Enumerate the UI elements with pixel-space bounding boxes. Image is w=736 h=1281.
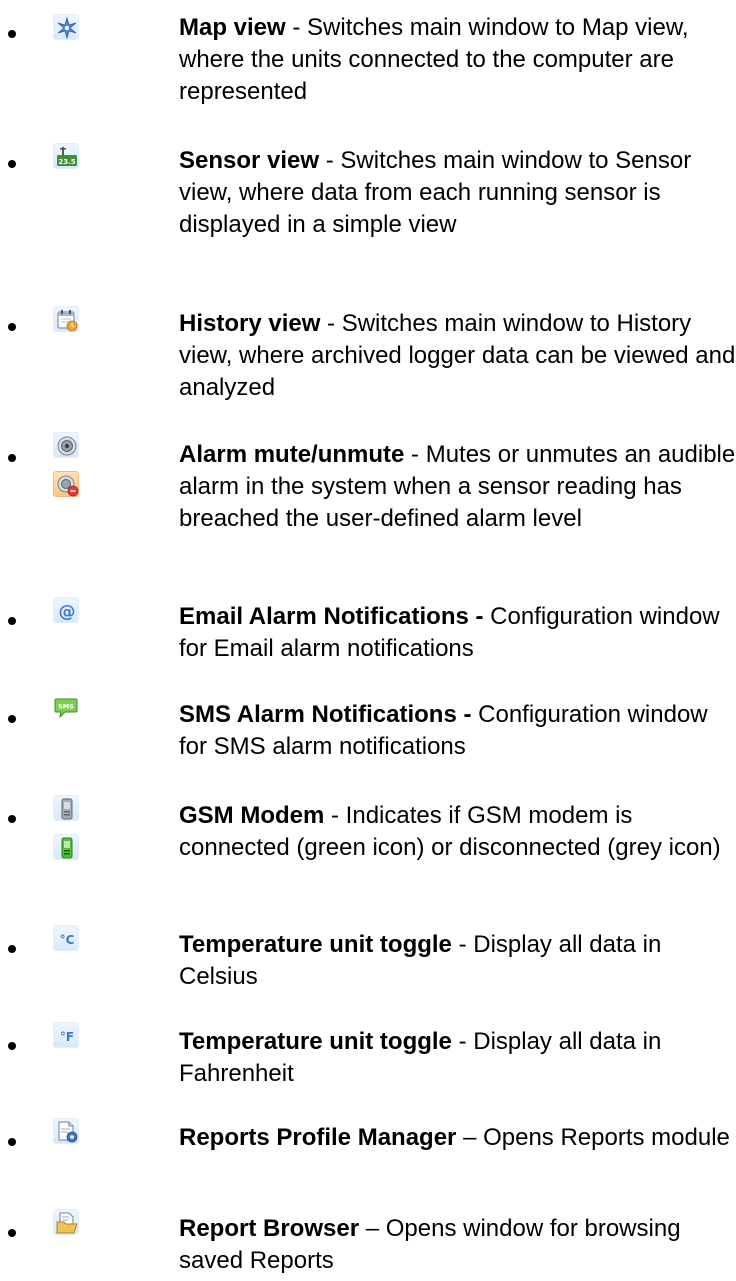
item-title: Map view bbox=[179, 14, 286, 41]
bullet bbox=[8, 454, 16, 462]
bullet bbox=[8, 1138, 16, 1146]
item-title: Report Browser bbox=[179, 1215, 360, 1242]
item-title: SMS Alarm Notifications - bbox=[179, 701, 472, 728]
bullet bbox=[8, 617, 16, 625]
list-item-text: Map view - Switches main window to Map v… bbox=[179, 12, 736, 108]
fahrenheit-icon: °F bbox=[53, 1022, 79, 1048]
celsius-icon: °C bbox=[53, 925, 79, 951]
list-item-text: SMS Alarm Notifications - Configuration … bbox=[179, 699, 736, 763]
sms-label: SMS bbox=[58, 703, 74, 711]
alarm-speaker-icon bbox=[53, 432, 79, 458]
celsius-label: °C bbox=[60, 933, 75, 947]
gsm-modem-grey-icon bbox=[53, 795, 79, 821]
list-item-text: Report Browser – Opens window for browsi… bbox=[179, 1213, 736, 1277]
history-calendar-icon bbox=[53, 306, 79, 332]
bullet bbox=[8, 323, 16, 331]
sensor-reading-icon: 23.5 bbox=[53, 143, 79, 169]
sensor-reading-value: 23.5 bbox=[58, 158, 75, 166]
email-at-icon: @ bbox=[53, 597, 79, 623]
item-title: Email Alarm Notifications - bbox=[179, 603, 484, 630]
item-title: Temperature unit toggle bbox=[179, 931, 452, 958]
item-title: GSM Modem bbox=[179, 802, 325, 829]
list-item-text: History view - Switches main window to H… bbox=[179, 308, 736, 404]
report-browser-folder-icon bbox=[53, 1209, 79, 1235]
bullet bbox=[8, 1229, 16, 1237]
list-item-text: Temperature unit toggle - Display all da… bbox=[179, 1026, 736, 1090]
bullet bbox=[8, 1042, 16, 1050]
list-item-text: Reports Profile Manager – Opens Reports … bbox=[179, 1122, 736, 1154]
bullet bbox=[8, 160, 16, 168]
alarm-muted-speaker-icon bbox=[53, 471, 79, 497]
bullet bbox=[8, 945, 16, 953]
bullet bbox=[8, 30, 16, 38]
list-item-text: Sensor view - Switches main window to Se… bbox=[179, 145, 736, 241]
list-item-text: Alarm mute/unmute - Mutes or unmutes an … bbox=[179, 439, 736, 535]
svg-text:@: @ bbox=[59, 602, 76, 622]
item-title: Alarm mute/unmute bbox=[179, 441, 405, 468]
list-item-text: GSM Modem - Indicates if GSM modem is co… bbox=[179, 800, 736, 864]
bullet bbox=[8, 815, 16, 823]
sms-bubble-icon: SMS bbox=[53, 695, 79, 721]
gsm-modem-green-icon bbox=[53, 834, 79, 860]
map-star-icon bbox=[53, 14, 79, 40]
list-item-text: Temperature unit toggle - Display all da… bbox=[179, 929, 736, 993]
item-title: History view bbox=[179, 310, 321, 337]
toolbar-icons-legend-list: Map view - Switches main window to Map v… bbox=[0, 0, 736, 1281]
item-description: – Opens Reports module bbox=[456, 1124, 730, 1151]
item-title: Sensor view bbox=[179, 147, 320, 174]
item-title: Temperature unit toggle bbox=[179, 1028, 452, 1055]
item-title: Reports Profile Manager bbox=[179, 1124, 457, 1151]
bullet bbox=[8, 715, 16, 723]
list-item-text: Email Alarm Notifications - Configuratio… bbox=[179, 601, 736, 665]
fahrenheit-label: °F bbox=[60, 1030, 74, 1044]
reports-profile-manager-icon bbox=[53, 1118, 79, 1144]
